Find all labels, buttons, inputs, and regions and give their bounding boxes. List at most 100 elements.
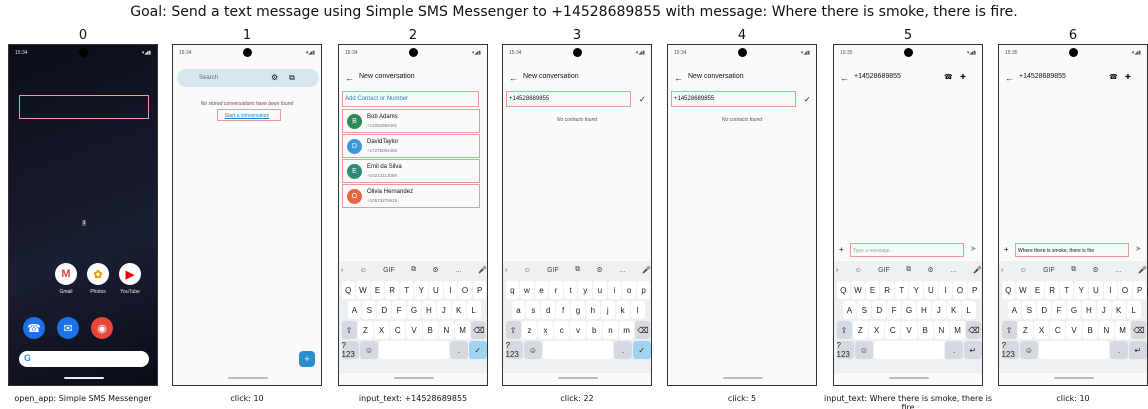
key-S[interactable]: S — [1022, 301, 1037, 319]
keyboard-tool-icon[interactable]: GIF — [383, 267, 395, 274]
key-Z[interactable]: Z — [1017, 321, 1033, 339]
emoji-key[interactable]: ☺ — [524, 341, 542, 359]
keyboard-tool-icon[interactable]: ⚙ — [432, 266, 438, 274]
message-input[interactable]: Type a message... — [850, 243, 964, 257]
key-T[interactable]: T — [399, 281, 414, 299]
key-M[interactable]: M — [1115, 321, 1131, 339]
key-U[interactable]: U — [1089, 281, 1103, 299]
period-key[interactable]: . — [945, 341, 963, 359]
new-conversation-button[interactable]: + — [299, 351, 315, 367]
symbols-key[interactable]: ?123 — [836, 341, 855, 359]
send-icon[interactable]: ➤ — [1135, 244, 1142, 253]
key-Y[interactable]: Y — [909, 281, 924, 299]
navigation-handle[interactable] — [723, 377, 763, 379]
key-U[interactable]: U — [429, 281, 443, 299]
key-N[interactable]: N — [1098, 321, 1115, 339]
key-d[interactable]: d — [541, 301, 556, 319]
key-p[interactable]: p — [636, 281, 651, 299]
shift-key[interactable]: ⇧ — [1001, 321, 1017, 339]
enter-key[interactable]: ↵ — [963, 341, 982, 359]
key-F[interactable]: F — [887, 301, 902, 319]
key-o[interactable]: o — [622, 281, 636, 299]
keyboard-tool-icon[interactable]: ☺ — [855, 267, 862, 274]
key-J[interactable]: J — [436, 301, 451, 319]
back-arrow-icon[interactable]: ← — [1005, 73, 1014, 83]
keyboard-tool-icon[interactable]: ⧉ — [411, 266, 416, 274]
key-N[interactable]: N — [438, 321, 455, 339]
key-e[interactable]: e — [534, 281, 549, 299]
key-g[interactable]: g — [571, 301, 585, 319]
key-B[interactable]: B — [1082, 321, 1098, 339]
back-arrow-icon[interactable]: ← — [674, 73, 683, 83]
google-search-bar[interactable]: G — [19, 351, 149, 367]
key-m[interactable]: m — [619, 321, 635, 339]
shift-key[interactable]: ⇧ — [836, 321, 852, 339]
key-n[interactable]: n — [602, 321, 619, 339]
key-G[interactable]: G — [407, 301, 421, 319]
contact-row[interactable]: O Olivia Hernandez +10573276615 — [342, 184, 480, 208]
keyboard-tool-icon[interactable]: ☺ — [1020, 267, 1027, 274]
space-key[interactable] — [542, 341, 614, 359]
back-arrow-icon[interactable]: ← — [345, 73, 354, 83]
app-icon-youtube[interactable]: ▶ — [119, 263, 141, 285]
navigation-handle[interactable] — [228, 377, 268, 379]
key-I[interactable]: I — [938, 281, 953, 299]
confirm-check-icon[interactable]: ✓ — [804, 95, 811, 104]
app-icon-photos[interactable]: ✿ — [87, 263, 109, 285]
key-V[interactable]: V — [1066, 321, 1082, 339]
keyboard-tool-icon[interactable]: › — [836, 267, 838, 274]
key-Z[interactable]: Z — [357, 321, 373, 339]
key-C[interactable]: C — [390, 321, 406, 339]
keyboard-tool-icon[interactable]: ⚙ — [927, 266, 933, 274]
keyboard-tool-icon[interactable]: › — [1001, 267, 1003, 274]
search-input[interactable]: Search — [199, 75, 218, 81]
key-T[interactable]: T — [1059, 281, 1074, 299]
key-l[interactable]: l — [630, 301, 645, 319]
key-M[interactable]: M — [455, 321, 471, 339]
key-K[interactable]: K — [946, 301, 961, 319]
key-K[interactable]: K — [1111, 301, 1126, 319]
key-v[interactable]: v — [570, 321, 586, 339]
period-key[interactable]: . — [614, 341, 632, 359]
add-person-icon[interactable]: ✚ — [960, 73, 966, 81]
key-G[interactable]: G — [1067, 301, 1081, 319]
key-R[interactable]: R — [385, 281, 399, 299]
call-icon[interactable]: ☎ — [1109, 73, 1118, 81]
settings-icon[interactable]: ⚙ — [271, 73, 278, 82]
key-F[interactable]: F — [392, 301, 407, 319]
add-person-icon[interactable]: ✚ — [1125, 73, 1131, 81]
symbols-key[interactable]: ?123 — [341, 341, 360, 359]
key-w[interactable]: w — [520, 281, 534, 299]
period-key[interactable]: . — [450, 341, 468, 359]
key-z[interactable]: z — [521, 321, 537, 339]
period-key[interactable]: . — [1110, 341, 1128, 359]
key-t[interactable]: t — [563, 281, 578, 299]
key-T[interactable]: T — [894, 281, 909, 299]
emoji-key[interactable]: ☺ — [855, 341, 873, 359]
keyboard-tool-icon[interactable]: ☺ — [360, 267, 367, 274]
key-H[interactable]: H — [421, 301, 436, 319]
key-L[interactable]: L — [1126, 301, 1141, 319]
space-key[interactable] — [873, 341, 945, 359]
key-L[interactable]: L — [961, 301, 976, 319]
key-O[interactable]: O — [1118, 281, 1132, 299]
emoji-key[interactable]: ☺ — [1020, 341, 1038, 359]
key-X[interactable]: X — [1033, 321, 1050, 339]
key-b[interactable]: b — [586, 321, 602, 339]
key-Q[interactable]: Q — [341, 281, 356, 299]
keyboard-tool-icon[interactable]: … — [455, 267, 462, 274]
back-arrow-icon[interactable]: ← — [509, 73, 518, 83]
key-r[interactable]: r — [549, 281, 563, 299]
navigation-handle[interactable] — [558, 377, 598, 379]
key-f[interactable]: f — [556, 301, 571, 319]
app-icon-gmail[interactable]: M — [55, 263, 77, 285]
key-F[interactable]: F — [1052, 301, 1067, 319]
keyboard-tool-icon[interactable]: GIF — [547, 267, 559, 274]
key-x[interactable]: x — [537, 321, 554, 339]
key-P[interactable]: P — [472, 281, 487, 299]
key-H[interactable]: H — [916, 301, 931, 319]
key-M[interactable]: M — [950, 321, 966, 339]
key-h[interactable]: h — [585, 301, 600, 319]
archive-icon[interactable]: ⧉ — [289, 73, 295, 83]
key-V[interactable]: V — [406, 321, 422, 339]
